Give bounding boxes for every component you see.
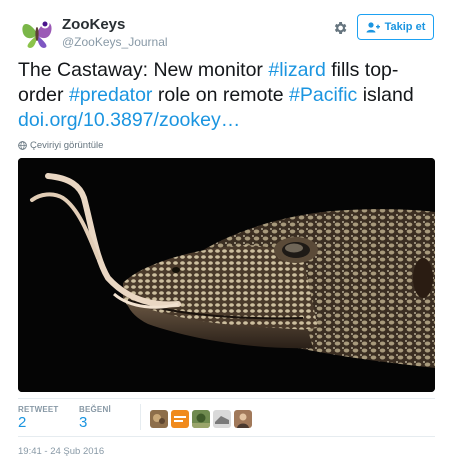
follow-label: Takip et [384, 21, 426, 33]
tweet-media-image[interactable] [18, 158, 435, 392]
likers-list [150, 410, 252, 428]
stats-top-divider [18, 398, 435, 399]
gear-icon[interactable] [330, 18, 350, 38]
like-count[interactable]: 3 [79, 414, 87, 431]
retweet-label: RETWEET [18, 405, 59, 414]
retweet-count[interactable]: 2 [18, 414, 26, 431]
stats-bottom-divider [18, 436, 435, 437]
user-avatar-1[interactable] [150, 410, 168, 428]
tweet-text-part: role on remote [152, 84, 290, 106]
account-avatar[interactable] [18, 13, 56, 51]
globe-icon [18, 141, 27, 150]
lizard-photo [18, 158, 435, 392]
hashtag-predator[interactable]: #predator [69, 84, 152, 106]
butterfly-logo-icon [22, 19, 52, 48]
user-avatar-2[interactable] [171, 410, 189, 428]
tweet-text: The Castaway: New monitor #lizard fills … [18, 58, 438, 133]
translate-link[interactable]: Çeviriyi görüntüle [18, 140, 103, 151]
tweet-timestamp[interactable]: 19:41 - 24 Şub 2016 [18, 446, 104, 457]
tweet-text-part: The Castaway: New monitor [18, 59, 269, 81]
account-name[interactable]: ZooKeys [62, 16, 125, 33]
doi-link[interactable]: doi.org/10.3897/zookey… [18, 109, 240, 131]
user-avatar-5[interactable] [234, 410, 252, 428]
tweet-text-part: island [357, 84, 414, 106]
follow-button[interactable]: Takip et [357, 14, 434, 40]
translate-label: Çeviriyi görüntüle [30, 140, 104, 151]
stats-separator [140, 404, 141, 430]
user-avatar-4[interactable] [213, 410, 231, 428]
add-user-icon [366, 21, 380, 32]
hashtag-lizard[interactable]: #lizard [268, 59, 325, 81]
like-label: BEĞENİ [79, 405, 111, 414]
user-avatar-3[interactable] [192, 410, 210, 428]
account-handle[interactable]: @ZooKeys_Journal [62, 35, 168, 49]
hashtag-pacific[interactable]: #Pacific [289, 84, 357, 106]
